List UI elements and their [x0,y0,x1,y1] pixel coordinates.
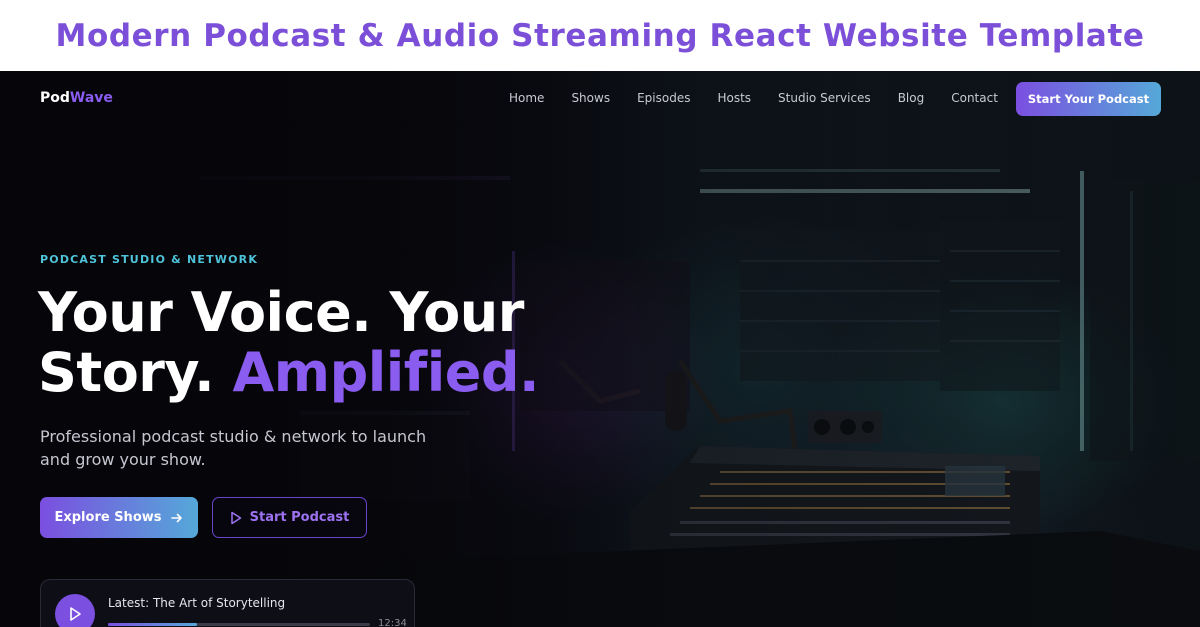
start-podcast-label: Start Podcast [249,510,350,525]
explore-shows-label: Explore Shows [54,510,162,525]
top-navigation: PodWave Home Shows Episodes Hosts Studio… [0,71,1200,127]
play-icon [70,607,81,621]
hero-section: PodWave Home Shows Episodes Hosts Studio… [0,71,1200,627]
nav-link-hosts[interactable]: Hosts [717,91,751,105]
banner-title: Modern Podcast & Audio Streaming React W… [55,17,1145,54]
start-your-podcast-button[interactable]: Start Your Podcast [1016,82,1161,116]
nav-link-shows[interactable]: Shows [571,91,610,105]
progress-bar[interactable] [108,623,370,626]
nav-link-home[interactable]: Home [509,91,544,105]
site-logo[interactable]: PodWave [40,90,113,106]
headline-highlight: Amplified. [232,341,540,404]
play-button[interactable] [55,594,95,627]
explore-shows-button[interactable]: Explore Shows [40,497,198,538]
nav-link-studio-services[interactable]: Studio Services [778,91,871,105]
hero-subtitle: Professional podcast studio & network to… [40,427,427,469]
hero-headline: Your Voice. Your Story. Amplified. [38,283,598,403]
logo-text-accent: Wave [69,90,113,106]
latest-episode-player: Latest: The Art of Storytelling 12:34 [40,579,415,627]
episode-title: Latest: The Art of Storytelling [108,596,286,610]
start-podcast-button[interactable]: Start Podcast [212,497,367,538]
progress-fill [108,623,198,626]
hero-eyebrow: PODCAST STUDIO & NETWORK [40,253,259,266]
nav-link-blog[interactable]: Blog [898,91,925,105]
promo-banner: Modern Podcast & Audio Streaming React W… [0,0,1200,71]
nav-links: Home Shows Episodes Hosts Studio Service… [509,91,1025,105]
logo-text-main: Pod [40,90,70,106]
episode-time: 12:34 [378,618,407,627]
arrow-right-icon [170,513,182,522]
nav-link-episodes[interactable]: Episodes [637,91,690,105]
nav-link-contact[interactable]: Contact [951,91,998,105]
play-outline-icon [230,511,241,524]
